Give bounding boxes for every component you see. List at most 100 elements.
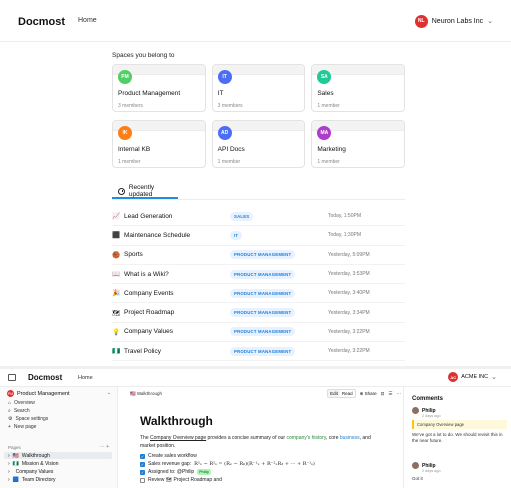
task-text: Sales revenue gap: <box>148 461 192 467</box>
space-badge[interactable]: PRODUCT MANAGEMENT <box>230 346 296 356</box>
user-mention-tag: Philip <box>197 469 211 475</box>
mode-read[interactable]: Read <box>340 390 355 397</box>
page-title: Lead Generation <box>124 212 173 220</box>
space-badge[interactable]: PRODUCT MANAGEMENT <box>230 327 296 337</box>
workspace-avatar: AC <box>448 372 459 382</box>
space-card[interactable]: SA Sales 1 member <box>311 64 405 112</box>
checkbox[interactable]: ✓ <box>140 453 145 459</box>
space-members: 1 member <box>118 159 141 165</box>
space-badge[interactable]: SALES <box>230 211 254 221</box>
task-item: ✓ Create sales workflow <box>140 453 197 459</box>
chevron-down-icon[interactable]: ⌄ <box>107 390 111 396</box>
page-tree-item[interactable]: › 🇺🇸 Walkthrough <box>4 452 112 459</box>
page-paragraph[interactable]: The Company Overview page provides a con… <box>140 434 385 450</box>
pages-actions[interactable]: ··· + <box>100 444 109 450</box>
page-title[interactable]: Walkthrough <box>140 414 213 428</box>
page-emoji-icon: 🗺 <box>112 309 121 317</box>
page-tree-label: Walkthrough <box>21 452 50 459</box>
space-card[interactable]: PM Product Management 3 members <box>112 64 206 112</box>
recent-page-row[interactable]: 🎉 Company Events PRODUCT MANAGEMENT Yest… <box>112 284 405 304</box>
editor-header: Docmost Home AC ACME INC ⌄ <box>0 369 511 387</box>
recent-page-row[interactable]: 📖 What is a Wiki? PRODUCT MANAGEMENT Yes… <box>112 265 405 285</box>
space-badge[interactable]: PRODUCT MANAGEMENT <box>230 288 296 298</box>
recent-page-row[interactable]: 🏀 Sports PRODUCT MANAGEMENT Yesterday, 5… <box>112 246 405 265</box>
recent-page-row[interactable]: ⬛ Maintenance Schedule IT Today, 1:30PM <box>112 226 405 246</box>
workspace-switcher[interactable]: NL Neuron Labs Inc ⌄ <box>414 13 493 29</box>
app-logo[interactable]: Docmost <box>18 16 65 28</box>
spaces-grid: PM Product Management 3 members IT IT 3 … <box>112 64 405 168</box>
page-tree-item[interactable]: › Company Values <box>4 468 112 475</box>
para-text: The <box>140 435 151 441</box>
tab-recently-updated[interactable]: Recently updated <box>112 184 178 199</box>
recent-page-row[interactable]: 📈 Lead Generation SALES Today, 1:50PM <box>112 207 405 227</box>
space-name: Internal KB <box>118 146 151 153</box>
mode-edit[interactable]: Edit <box>328 390 340 397</box>
page-tree-label: Team Directory <box>21 476 56 483</box>
workspace-switcher[interactable]: AC ACME INC ⌄ <box>448 372 497 382</box>
comment[interactable]: Philip 2 days ago Got it <box>412 462 507 482</box>
tab-label: Recently updated <box>128 184 155 198</box>
space-badge[interactable]: PRODUCT MANAGEMENT <box>230 269 296 279</box>
task-item: ✓ Sales revenue gap: R²ₓ − R²ₛ = (Rₓ − R… <box>140 461 315 467</box>
page-tree-item[interactable]: › 🇳🇬 Mission & Vision <box>4 460 112 467</box>
recent-page-row[interactable]: 🗺 Project Roadmap PRODUCT MANAGEMENT Yes… <box>112 303 405 323</box>
page-title: Company Events <box>124 289 174 297</box>
space-card[interactable]: AD API Docs 1 member <box>211 120 306 168</box>
chevron-right-icon[interactable]: › <box>8 477 10 483</box>
chevron-right-icon[interactable]: › <box>8 469 10 475</box>
chevron-right-icon[interactable]: › <box>8 453 10 459</box>
task-item: Review 🗺 Project Roadmap and <box>140 477 222 483</box>
sidebar-item-search[interactable]: ⌕ Search <box>8 408 30 414</box>
page-tree-item[interactable]: › 🟦 Team Directory <box>4 476 112 483</box>
page-tree-label: Mission & Vision <box>21 460 59 467</box>
space-sidebar: PM Product Management ⌄ ⌂ Overview ⌕ Sea… <box>0 387 118 488</box>
more-icon[interactable]: ··· <box>397 391 402 396</box>
task-item: ✓ Assigned to: @Philip Philip <box>140 469 211 475</box>
space-card[interactable]: MA Marketing 1 member <box>311 120 405 168</box>
space-card[interactable]: IK Internal KB 1 member <box>112 120 206 168</box>
space-avatar: PM <box>7 390 14 397</box>
sidebar-item-new-page[interactable]: + New page <box>8 424 36 430</box>
nav-home-link[interactable]: Home <box>78 17 97 24</box>
page-link[interactable]: Company Overview page <box>150 435 206 441</box>
page-title: Project Roadmap <box>124 309 175 317</box>
clock-icon <box>118 187 125 195</box>
updated-date: Yesterday, 5:09PM <box>328 251 370 258</box>
checkbox[interactable] <box>140 477 145 483</box>
checkbox[interactable]: ✓ <box>140 469 145 475</box>
share-button[interactable]: ⊕ Share <box>360 391 377 397</box>
space-name: Product Management <box>118 90 181 97</box>
space-badge[interactable]: IT <box>230 230 243 240</box>
page-editor: 🇺🇸 Walkthrough Edit Read ⊕ Share ⊡ ☰ ···… <box>118 387 403 488</box>
space-name: API Docs <box>217 146 245 153</box>
checkbox[interactable]: ✓ <box>140 461 145 467</box>
sidebar-item-overview[interactable]: ⌂ Overview <box>8 400 35 406</box>
comments-heading: Comments <box>412 396 444 402</box>
nav-home-link[interactable]: Home <box>78 375 93 381</box>
recent-page-row[interactable]: 🇳🇬 Travel Policy PRODUCT MANAGEMENT Yest… <box>112 342 405 362</box>
recent-page-row[interactable]: 💡 Company Values PRODUCT MANAGEMENT Yest… <box>112 323 405 343</box>
space-badge[interactable]: PRODUCT MANAGEMENT <box>230 308 296 318</box>
breadcrumb[interactable]: 🇺🇸 Walkthrough <box>130 391 162 397</box>
space-card[interactable]: IT IT 3 members <box>211 64 306 112</box>
space-name: IT <box>217 90 224 97</box>
list-icon[interactable]: ☰ <box>388 391 392 397</box>
task-text: Assigned to: @Philip <box>148 469 195 475</box>
math-formula[interactable]: R²ₓ − R²ₛ = (Rₓ − R₀)(R⁻¹ₓ + R⁻²ₓR₃ + ··… <box>194 461 315 467</box>
chevron-right-icon[interactable]: › <box>8 461 10 467</box>
space-badge[interactable]: PRODUCT MANAGEMENT <box>230 250 296 260</box>
sidebar-toggle-icon[interactable] <box>8 374 16 381</box>
history-icon[interactable]: ⊡ <box>381 391 385 397</box>
app-logo[interactable]: Docmost <box>28 373 62 382</box>
space-avatar: PM <box>118 70 132 84</box>
space-members: 1 member <box>317 103 340 109</box>
comment-quote[interactable]: Company Overview page <box>412 420 507 429</box>
sidebar-item-label: Space settings <box>15 416 49 422</box>
comment-author: Philip <box>422 462 436 469</box>
task-text: Review 🗺 Project Roadmap and <box>148 477 222 483</box>
sidebar-item-space-settings[interactable]: ⚙ Space settings <box>8 416 48 422</box>
edit-read-toggle[interactable]: Edit Read <box>327 389 356 398</box>
space-switcher[interactable]: PM Product Management <box>7 390 70 397</box>
workspace-name: ACME INC <box>461 374 489 380</box>
comment[interactable]: Philip 2 days ago Company Overview page … <box>412 407 507 444</box>
